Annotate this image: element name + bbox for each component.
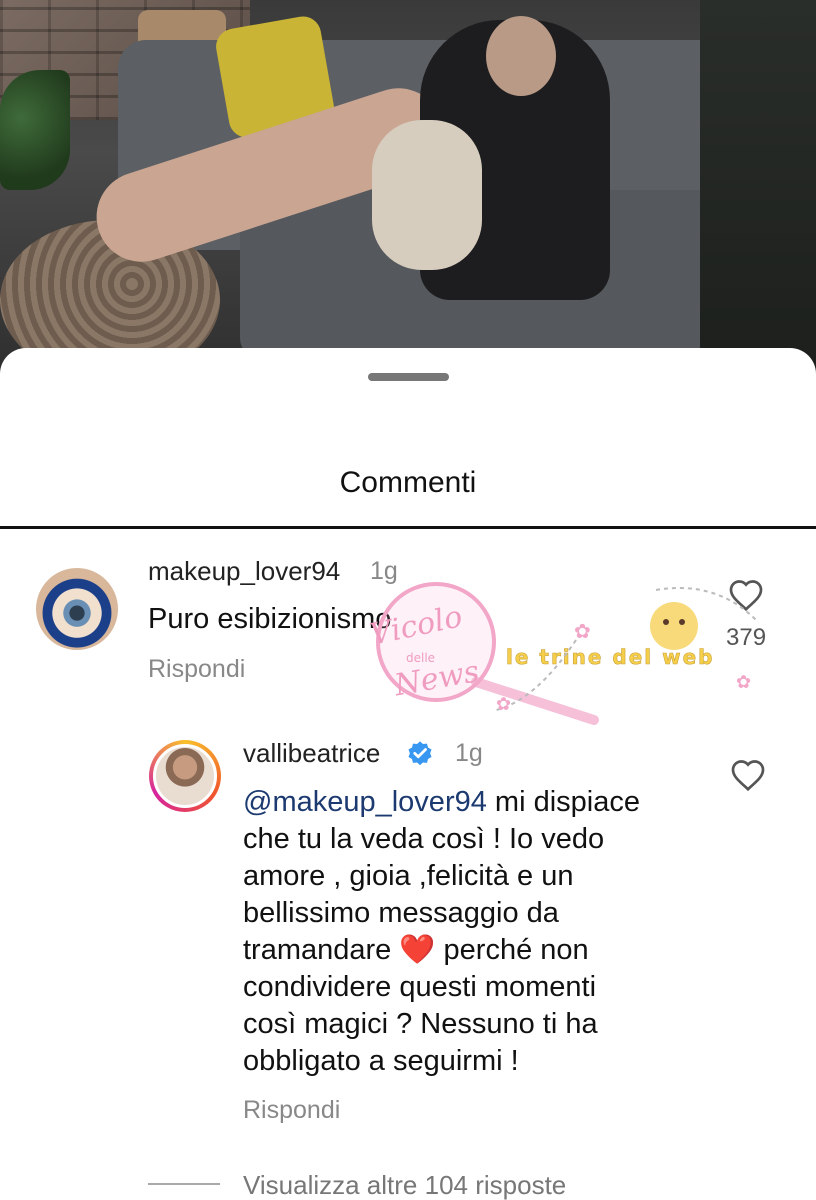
view-more-replies[interactable]: Visualizza altre 104 risposte <box>243 1170 566 1200</box>
comment-username[interactable]: makeup_lover94 <box>148 556 340 587</box>
red-heart-emoji: ❤️ <box>399 934 436 966</box>
reply-line: che tu la veda così ! Io vedo <box>243 823 605 855</box>
comment-text: Puro esibizionismo <box>148 603 392 635</box>
reply-line: mi dispiace <box>486 786 640 818</box>
avatar[interactable] <box>149 740 221 812</box>
reply-time: 1g <box>455 739 483 767</box>
reply-line: bellissimo messaggio da <box>243 897 559 929</box>
plant <box>0 70 70 190</box>
heart-icon[interactable] <box>730 758 766 792</box>
window <box>700 0 816 380</box>
divider <box>0 526 816 529</box>
avatar-photo <box>153 744 217 808</box>
baby <box>372 120 482 270</box>
heart-icon[interactable] <box>728 578 764 612</box>
reply-line: tramandare <box>243 934 400 966</box>
reply-text: @makeup_lover94 mi dispiace che tu la ve… <box>243 784 683 1080</box>
reply-button[interactable]: Rispondi <box>243 1096 340 1125</box>
verified-badge-icon <box>408 741 432 766</box>
reply-line: amore , gioia ,felicità e un <box>243 860 574 892</box>
like-count: 379 <box>726 624 767 651</box>
reply-username[interactable]: vallibeatrice <box>243 738 380 769</box>
more-replies-line <box>148 1183 220 1185</box>
reply-line: condividere questi momenti <box>243 971 597 1003</box>
drag-handle[interactable] <box>368 373 449 381</box>
reply-line: così magici ? Nessuno ti ha <box>243 1008 598 1040</box>
post-photo <box>0 0 816 380</box>
avatar[interactable] <box>36 568 118 650</box>
sheet-title: Commenti <box>339 466 477 499</box>
woman-head <box>486 16 556 96</box>
reply-line: obbligato a seguirmi ! <box>243 1045 519 1077</box>
reply-button[interactable]: Rispondi <box>148 655 245 684</box>
mention-link[interactable]: @makeup_lover94 <box>243 786 487 818</box>
reply-line: perché non <box>435 934 589 966</box>
comment-time: 1g <box>370 557 398 585</box>
